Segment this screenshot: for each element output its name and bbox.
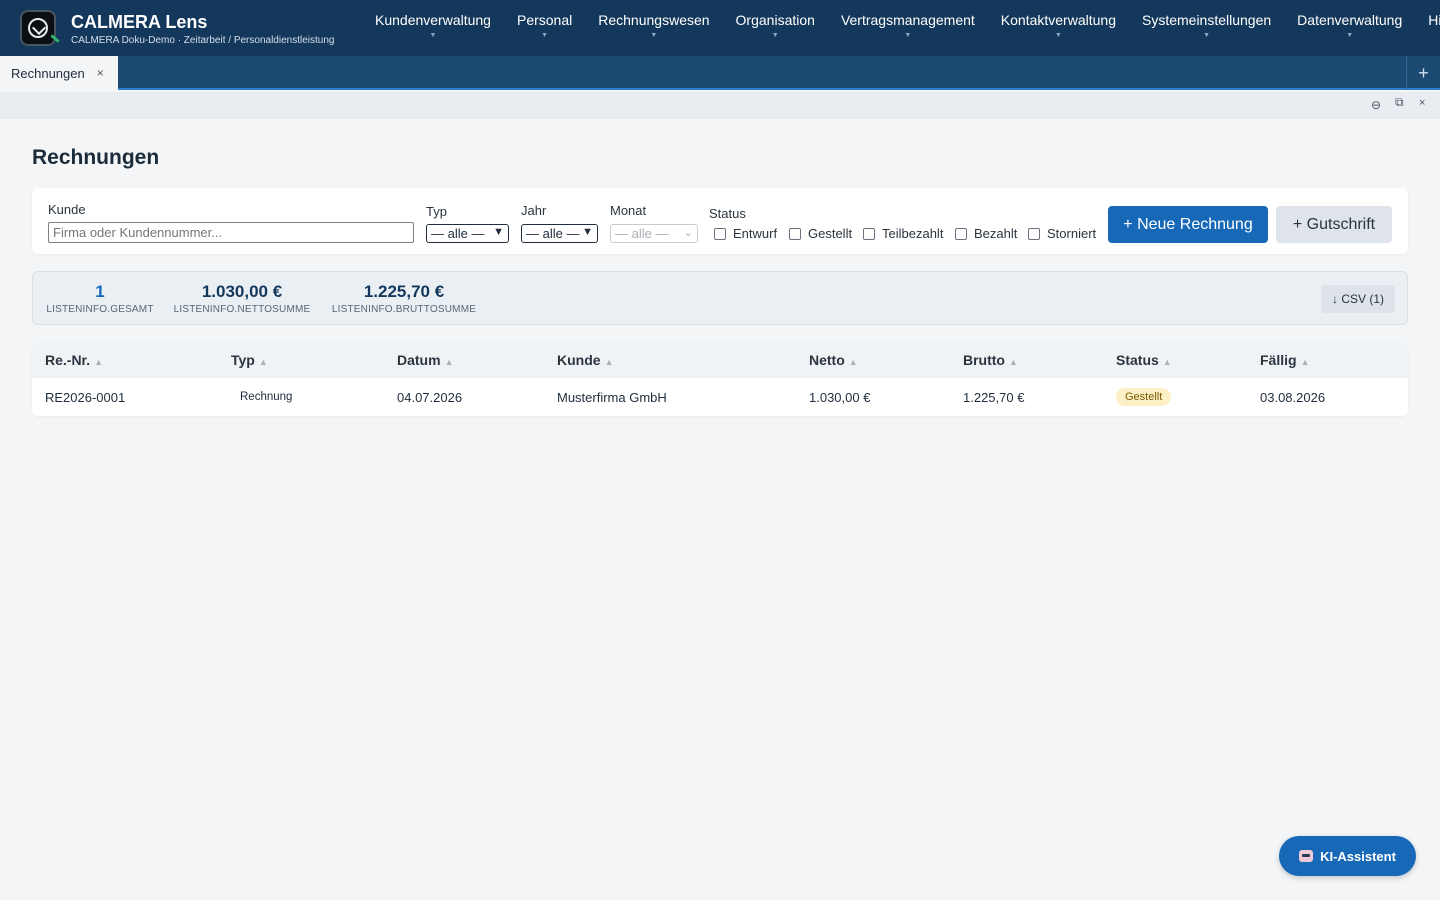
sort-icon: ▲ [604, 357, 614, 367]
chevron-down-icon: ▼ [1054, 32, 1062, 39]
kunde-label: Kunde [48, 202, 86, 217]
menu-hilfebereich[interactable]: Hilfebe [1415, 0, 1440, 56]
ki-assistant-button[interactable]: KI-Assistent [1279, 836, 1416, 876]
cell-nr: RE2026-0001 [45, 390, 126, 405]
chevron-down-icon: ⌄ [683, 227, 693, 239]
cell-datum: 04.07.2026 [397, 390, 463, 405]
list-summary: 1 LISTENINFO.GESAMT 1.030,00 € LISTENINF… [32, 271, 1408, 325]
filter-panel: Kunde Typ — alle —▼ Jahr — alle —▼ Monat… [32, 188, 1408, 254]
kunde-search-input[interactable] [48, 222, 414, 243]
main-menu: Kundenverwaltung ▼ Personal ▼ Rechnungswes… [362, 0, 1440, 56]
jahr-label: Jahr [521, 203, 547, 218]
tab-strip: Rechnungen × + [0, 56, 1440, 90]
menu-organisation[interactable]: Organisation ▼ [723, 0, 828, 56]
close-icon[interactable]: × [97, 66, 104, 80]
checkbox-icon [1028, 227, 1040, 240]
tab-label: Rechnungen [11, 65, 85, 81]
column-header-nr[interactable]: Re.-Nr. ▲ [45, 352, 103, 368]
minimize-icon[interactable]: ⊖ [1371, 98, 1381, 112]
chevron-down-icon: ▼ [904, 32, 912, 39]
cell-kunde: Musterfirma GmbH [557, 390, 667, 405]
status-storniert-checkbox[interactable]: Storniert [1028, 226, 1096, 241]
stat-gesamt: 1 LISTENINFO.GESAMT [46, 282, 154, 315]
sort-icon: ▲ [1300, 357, 1310, 367]
status-teilbezahlt-checkbox[interactable]: Teilbezahlt [863, 226, 943, 241]
sort-icon: ▲ [1162, 357, 1172, 367]
chevron-down-icon: ▼ [541, 32, 549, 39]
status-label: Status [709, 206, 746, 221]
stat-bruttosumme: 1.225,70 € LISTENINFO.BRUTTOSUMME [331, 282, 477, 315]
sort-icon: ▲ [444, 357, 454, 367]
menu-kontaktverwaltung[interactable]: Kontaktverwaltung ▼ [988, 0, 1129, 56]
chevron-down-icon: ▼ [1203, 32, 1211, 39]
cell-faellig: 03.08.2026 [1260, 390, 1326, 405]
add-tab-button[interactable]: + [1406, 56, 1440, 90]
column-header-typ[interactable]: Typ ▲ [231, 352, 268, 368]
status-gestellt-checkbox[interactable]: Gestellt [789, 226, 852, 241]
column-header-kunde[interactable]: Kunde ▲ [557, 352, 613, 368]
chevron-down-icon: ▼ [1346, 32, 1354, 39]
monat-label: Monat [610, 203, 647, 218]
menu-kundenverwaltung[interactable]: Kundenverwaltung ▼ [362, 0, 504, 56]
app-logo-icon[interactable] [20, 10, 56, 46]
column-header-faellig[interactable]: Fällig ▲ [1260, 352, 1309, 368]
tab-rechnungen[interactable]: Rechnungen × [0, 56, 118, 90]
top-navigation-bar: CALMERA Lens CALMERA Doku-Demo · Zeitarb… [0, 0, 1440, 56]
app-title: CALMERA Lens [71, 12, 208, 32]
chevron-down-icon: ▼ [493, 226, 504, 238]
menu-personal[interactable]: Personal ▼ [504, 0, 585, 56]
table-row[interactable]: RE2026-0001 Rechnung 04.07.2026 Musterfi… [32, 378, 1408, 416]
chevron-down-icon: ▼ [650, 32, 658, 39]
status-entwurf-checkbox[interactable]: Entwurf [714, 226, 777, 241]
new-invoice-button[interactable]: + Neue Rechnung [1108, 206, 1268, 243]
restore-icon[interactable]: ⧉ [1395, 95, 1404, 110]
checkbox-icon [863, 227, 875, 240]
checkbox-icon [789, 227, 801, 240]
checkbox-icon [955, 227, 967, 240]
sort-icon: ▲ [848, 357, 858, 367]
typ-label: Typ [426, 204, 447, 219]
chevron-down-icon: ▼ [429, 32, 437, 39]
menu-rechnungswesen[interactable]: Rechnungswesen ▼ [585, 0, 722, 56]
cell-netto: 1.030,00 € [809, 390, 871, 405]
csv-export-button[interactable]: ↓ CSV (1) [1321, 285, 1395, 313]
menu-systemeinstellungen[interactable]: Systemeinstellungen ▼ [1129, 0, 1284, 56]
monat-select: — alle — ⌄ [610, 224, 698, 243]
status-bezahlt-checkbox[interactable]: Bezahlt [955, 226, 1017, 241]
sort-icon: ▲ [94, 357, 104, 367]
jahr-select[interactable]: — alle — ▼ [521, 224, 598, 243]
menu-vertragsmanagement[interactable]: Vertragsmanagement ▼ [828, 0, 988, 56]
typ-select[interactable]: — alle — ▼ [426, 224, 509, 243]
column-header-netto[interactable]: Netto ▲ [809, 352, 858, 368]
invoice-table: Re.-Nr. ▲ Typ ▲ Datum ▲ Kunde ▲ Netto ▲ Brutt… [32, 342, 1408, 416]
robot-icon [1299, 850, 1314, 862]
checkbox-icon [714, 227, 726, 240]
column-header-status[interactable]: Status ▲ [1116, 352, 1172, 368]
chevron-down-icon: ▼ [771, 32, 779, 39]
cell-typ: Rechnung [240, 391, 293, 403]
stat-nettosumme: 1.030,00 € LISTENINFO.NETTOSUMME [173, 282, 311, 315]
app-subtitle: CALMERA Doku-Demo · Zeitarbeit / Persona… [71, 35, 335, 46]
sort-icon: ▲ [1009, 357, 1018, 367]
close-window-icon[interactable]: × [1419, 97, 1425, 109]
table-header: Re.-Nr. ▲ Typ ▲ Datum ▲ Kunde ▲ Netto ▲ Brutt… [32, 342, 1408, 378]
column-header-brutto[interactable]: Brutto ▲ [963, 352, 1018, 368]
column-header-datum[interactable]: Datum ▲ [397, 352, 453, 368]
chevron-down-icon: ▼ [582, 226, 593, 238]
page-title: Rechnungen [32, 146, 160, 169]
sort-icon: ▲ [258, 357, 268, 367]
window-controls-bar: ⊖ ⧉ × [0, 92, 1440, 118]
credit-note-button[interactable]: + Gutschrift [1276, 206, 1392, 243]
menu-datenverwaltung[interactable]: Datenverwaltung ▼ [1284, 0, 1415, 56]
cell-brutto: 1.225,70 € [963, 390, 1025, 405]
status-badge: Gestellt [1116, 388, 1172, 406]
